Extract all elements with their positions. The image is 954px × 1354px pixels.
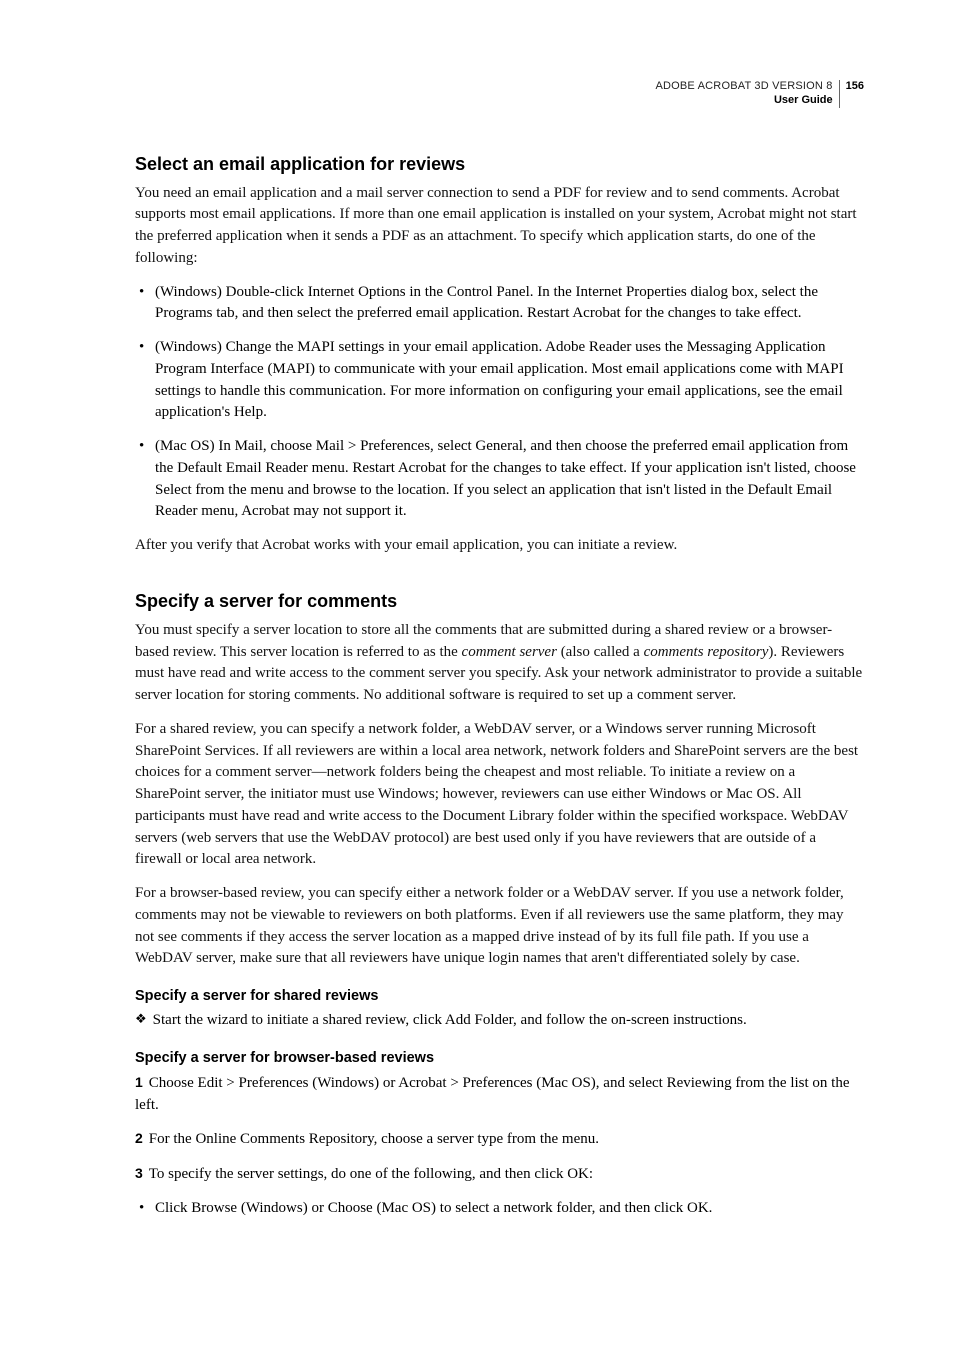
step-number: 2 [135, 1130, 143, 1146]
italic-term: comment server [462, 644, 557, 660]
step-text: Choose Edit > Preferences (Windows) or A… [135, 1075, 850, 1113]
running-header: ADOBE ACROBAT 3D VERSION 8 User Guide 15… [135, 80, 864, 108]
subheading-browser: Specify a server for browser-based revie… [135, 1050, 864, 1066]
step-number: 3 [135, 1165, 143, 1181]
italic-term: comments repository [644, 644, 769, 660]
header-titles: ADOBE ACROBAT 3D VERSION 8 User Guide [655, 80, 839, 108]
step-2: 2 For the Online Comments Repository, cho… [135, 1128, 864, 1151]
bullet-list: (Windows) Double-click Internet Options … [135, 282, 864, 524]
step-3: 3 To specify the server settings, do one … [135, 1163, 864, 1186]
list-item: (Windows) Change the MAPI settings in yo… [135, 337, 864, 424]
step-number: 1 [135, 1074, 143, 1090]
paragraph: For a shared review, you can specify a n… [135, 719, 864, 871]
closing-paragraph: After you verify that Acrobat works with… [135, 535, 864, 557]
heading-email-app: Select an email application for reviews [135, 154, 864, 175]
product-title: ADOBE ACROBAT 3D VERSION 8 [655, 80, 832, 94]
subheading-shared: Specify a server for shared reviews [135, 988, 864, 1004]
document-page: ADOBE ACROBAT 3D VERSION 8 User Guide 15… [0, 0, 954, 1354]
page-number: 156 [840, 80, 864, 108]
step-text: To specify the server settings, do one o… [149, 1166, 593, 1182]
paragraph: For a browser-based review, you can spec… [135, 883, 864, 970]
paragraph: You must specify a server location to st… [135, 620, 864, 707]
step-text: For the Online Comments Repository, choo… [149, 1131, 599, 1147]
doc-type: User Guide [655, 94, 832, 108]
intro-paragraph: You need an email application and a mail… [135, 183, 864, 270]
section-email-app: Select an email application for reviews … [135, 154, 864, 557]
text-run: (also called a [557, 644, 644, 660]
list-item: (Mac OS) In Mail, choose Mail > Preferen… [135, 436, 864, 523]
list-item: (Windows) Double-click Internet Options … [135, 282, 864, 326]
diamond-step: Start the wizard to initiate a shared re… [135, 1010, 864, 1032]
section-server-comments: Specify a server for comments You must s… [135, 591, 864, 1220]
heading-server-comments: Specify a server for comments [135, 591, 864, 612]
step-1: 1Choose Edit > Preferences (Windows) or … [135, 1072, 864, 1117]
sub-bullet-item: Click Browse (Windows) or Choose (Mac OS… [135, 1198, 864, 1220]
